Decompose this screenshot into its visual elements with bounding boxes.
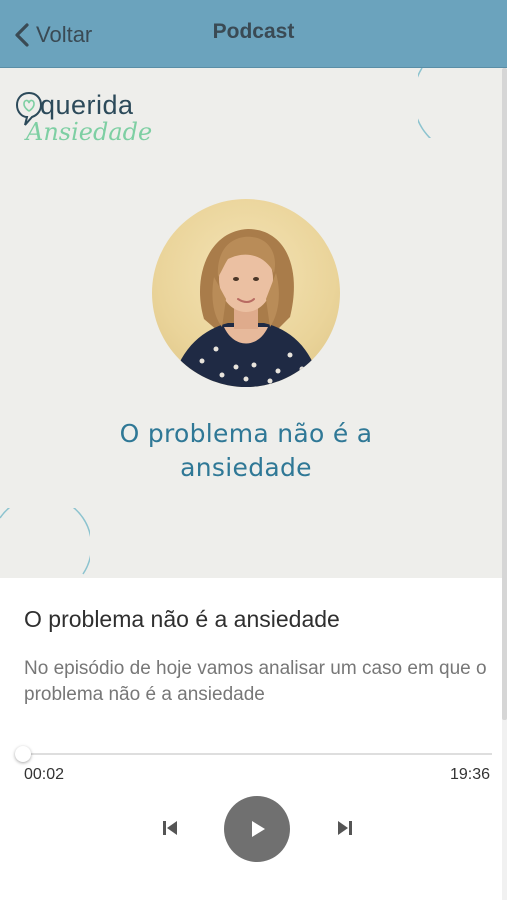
current-time: 00:02 bbox=[24, 766, 65, 783]
cover-episode-title: O problema não é a ansiedade bbox=[60, 417, 432, 485]
host-avatar bbox=[152, 199, 340, 387]
logo-text-ansiedade: Ansiedade bbox=[26, 118, 153, 146]
brand-logo: querida Ansiedade bbox=[14, 88, 164, 148]
episode-cover: querida Ansiedade O problema não é a ans… bbox=[0, 68, 502, 578]
host-portrait-image bbox=[172, 229, 320, 387]
progress-slider[interactable] bbox=[14, 744, 492, 764]
chevron-left-icon bbox=[15, 23, 29, 47]
total-duration: 19:36 bbox=[449, 766, 490, 783]
progress-handle[interactable] bbox=[14, 746, 31, 762]
decorative-arc bbox=[0, 508, 90, 575]
previous-button[interactable] bbox=[158, 816, 182, 840]
play-icon bbox=[252, 821, 265, 837]
back-label: Voltar bbox=[36, 22, 93, 47]
next-button[interactable] bbox=[333, 816, 357, 840]
decorative-arc bbox=[418, 68, 432, 138]
episode-description: No episódio de hoje vamos analisar um ca… bbox=[24, 658, 487, 705]
podcast-player-screen: Voltar Podcast querida Ansiedade O probl… bbox=[0, 0, 507, 900]
logo-text-querida: querida bbox=[40, 90, 134, 120]
cover-title-line: ansiedade bbox=[180, 453, 312, 482]
play-button[interactable] bbox=[224, 796, 290, 862]
skip-next-icon bbox=[338, 821, 352, 835]
progress-track bbox=[22, 753, 492, 755]
skip-previous-icon bbox=[163, 821, 177, 835]
cover-title-line: O problema não é a bbox=[119, 419, 373, 448]
episode-title: O problema não é a ansiedade bbox=[24, 606, 340, 632]
scrollbar-thumb[interactable] bbox=[502, 68, 507, 720]
back-button[interactable]: Voltar bbox=[12, 18, 92, 52]
top-bar: Voltar Podcast bbox=[0, 0, 507, 68]
